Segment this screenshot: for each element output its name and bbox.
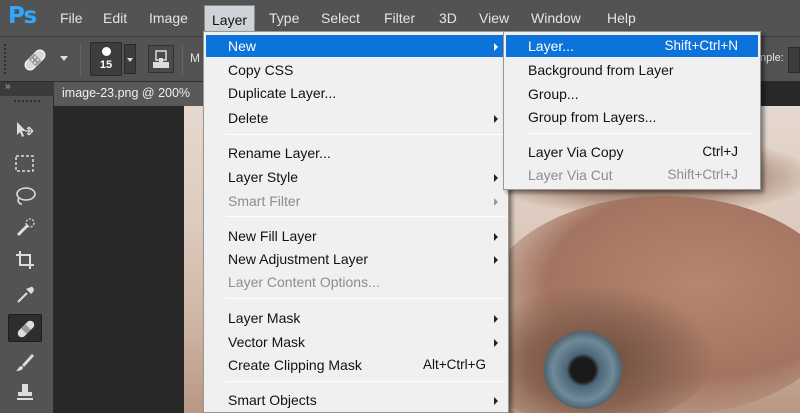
menu-item-layer-content-options: Layer Content Options... (206, 271, 506, 293)
menu-item-label: Duplicate Layer... (228, 85, 337, 101)
submenu-arrow-icon (494, 233, 498, 241)
quick-selection-tool-icon[interactable] (8, 214, 42, 242)
sample-label: nple: (760, 52, 784, 64)
menu-item-label: Layer... (528, 38, 574, 54)
menu-item-copy-css[interactable]: Copy CSS (206, 59, 506, 81)
menu-item-layer-style[interactable]: Layer Style (206, 166, 506, 188)
menu-separator (526, 133, 754, 134)
menu-separator (226, 381, 506, 382)
submenu-arrow-icon (494, 198, 498, 206)
menu-item-layer-via-copy[interactable]: Layer Via Copy Ctrl+J (506, 141, 758, 163)
menu-separator (226, 216, 506, 217)
menu-item-label: New Fill Layer (228, 228, 317, 244)
move-tool-icon[interactable] (8, 116, 42, 144)
menu-image[interactable]: Image (142, 0, 195, 36)
healing-brush-tool-icon[interactable] (8, 314, 42, 342)
menu-item-smart-filter: Smart Filter (206, 190, 506, 212)
eyedropper-tool-icon[interactable] (8, 280, 42, 308)
document-tab-title: image-23.png @ 200% (62, 86, 191, 100)
marquee-tool-icon[interactable] (8, 150, 42, 178)
menu-item-background-from-layer[interactable]: Background from Layer (506, 59, 758, 81)
menu-item-new-layer[interactable]: Layer... Shift+Ctrl+N (506, 35, 758, 57)
menu-separator (226, 298, 506, 299)
menu-item-label: Layer Mask (228, 310, 301, 326)
submenu-arrow-icon (494, 397, 498, 405)
menu-item-label: New (228, 38, 257, 54)
menu-item-rename-layer[interactable]: Rename Layer... (206, 142, 506, 164)
menu-item-delete[interactable]: Delete (206, 107, 506, 129)
menu-item-group[interactable]: Group... (506, 83, 758, 105)
menu-item-new[interactable]: New (206, 35, 506, 57)
menu-item-layer-mask[interactable]: Layer Mask (206, 307, 506, 329)
menu-item-label: Background from Layer (528, 62, 674, 78)
menu-item-label: Delete (228, 110, 269, 126)
menu-item-label: Smart Objects (228, 392, 317, 408)
menu-item-layer-via-cut: Layer Via Cut Shift+Ctrl+J (506, 164, 758, 186)
menu-item-label: Group from Layers... (528, 109, 657, 125)
menu-item-label: Vector Mask (228, 334, 306, 350)
layer-menu: New Copy CSS Duplicate Layer... Delete R… (203, 31, 509, 413)
submenu-arrow-icon (494, 174, 498, 182)
crop-tool-icon[interactable] (8, 246, 42, 274)
stamp-tool-icon[interactable] (8, 378, 42, 406)
menu-item-label: Layer Via Cut (528, 167, 613, 183)
brush-preset-picker[interactable]: 15 (90, 42, 122, 76)
menu-item-label: Rename Layer... (228, 145, 331, 161)
menu-edit[interactable]: Edit (96, 0, 134, 36)
chevron-down-icon (127, 58, 133, 62)
menu-item-group-from-layers[interactable]: Group from Layers... (506, 106, 758, 128)
lasso-tool-icon[interactable] (8, 182, 42, 210)
menu-file[interactable]: File (53, 0, 90, 36)
menu-item-shortcut: Shift+Ctrl+J (667, 167, 738, 182)
divider (182, 45, 183, 75)
menu-item-label: Group... (528, 86, 579, 102)
menu-item-shortcut: Shift+Ctrl+N (664, 38, 738, 53)
submenu-arrow-icon (494, 256, 498, 264)
menu-item-label: Copy CSS (228, 62, 294, 78)
submenu-arrow-icon (494, 43, 498, 51)
brush-size-value: 15 (99, 59, 113, 71)
divider (80, 45, 81, 75)
photoshop-logo: Ps (8, 3, 37, 29)
brush-preset-dropdown[interactable] (124, 44, 136, 74)
brush-tool-icon[interactable] (8, 348, 42, 376)
photo-eye (544, 331, 622, 409)
tools-panel: » (0, 81, 54, 413)
bandage-icon[interactable] (18, 45, 52, 75)
menu-item-label: New Adjustment Layer (228, 251, 369, 267)
options-bar-grip[interactable] (4, 44, 8, 74)
submenu-arrow-icon (494, 339, 498, 347)
menu-separator (226, 134, 506, 135)
submenu-arrow-icon (494, 315, 498, 323)
tool-preset-caret-icon[interactable] (60, 56, 68, 61)
menu-item-vector-mask[interactable]: Vector Mask (206, 331, 506, 353)
menu-item-label: Layer Style (228, 169, 299, 185)
menu-item-smart-objects[interactable]: Smart Objects (206, 389, 506, 411)
toggle-clone-source-panel-button[interactable] (148, 45, 174, 73)
menu-item-shortcut: Alt+Ctrl+G (422, 357, 486, 372)
submenu-arrow-icon (494, 115, 498, 123)
menu-item-create-clipping-mask[interactable]: Create Clipping Mask Alt+Ctrl+G (206, 354, 506, 376)
menu-item-new-adjustment-layer[interactable]: New Adjustment Layer (206, 248, 506, 270)
menu-item-label: Layer Via Copy (528, 144, 624, 160)
brush-tip-icon (102, 47, 111, 56)
document-tab[interactable]: image-23.png @ 200% (54, 82, 224, 106)
menu-item-duplicate-layer[interactable]: Duplicate Layer... (206, 82, 506, 104)
mode-label: M (190, 51, 200, 65)
menu-item-new-fill-layer[interactable]: New Fill Layer (206, 225, 506, 247)
collapse-icon[interactable]: » (5, 81, 11, 92)
menu-item-label: Layer Content Options... (228, 274, 380, 290)
menu-item-label: Smart Filter (228, 193, 301, 209)
new-submenu: Layer... Shift+Ctrl+N Background from La… (503, 31, 761, 190)
tools-panel-grip[interactable] (14, 100, 40, 102)
menu-item-label: Create Clipping Mask (228, 357, 362, 373)
sample-dropdown[interactable] (788, 47, 800, 73)
tools-panel-header[interactable]: » (0, 81, 54, 96)
menu-item-shortcut: Ctrl+J (702, 144, 738, 159)
